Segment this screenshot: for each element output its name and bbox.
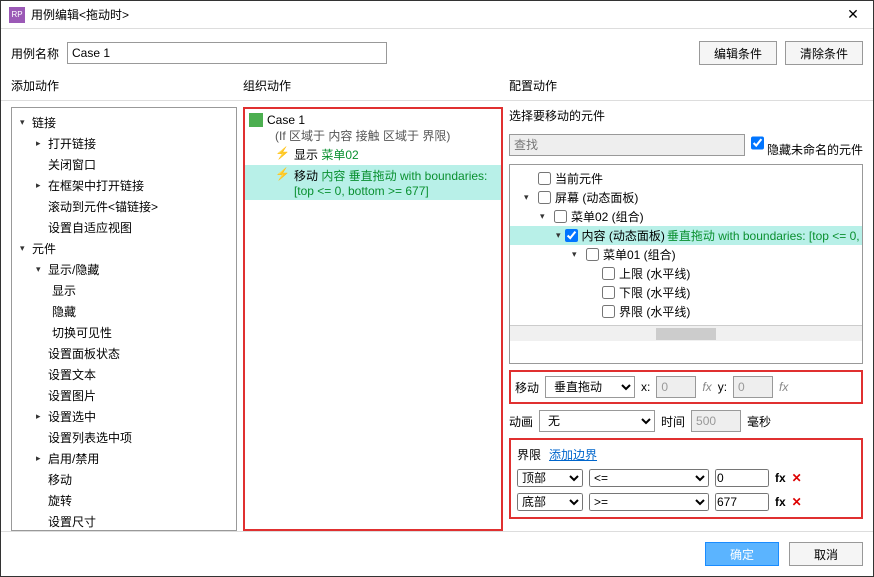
fx-button[interactable]: fx	[775, 471, 786, 485]
boundary-side-select[interactable]: 底部	[517, 493, 583, 511]
app-icon: RP	[9, 7, 25, 23]
elem-content[interactable]: ▾内容 (动态面板) 垂直拖动 with boundaries: [top <=…	[510, 226, 862, 245]
tree-node-show[interactable]: 显示	[12, 280, 236, 301]
col-header-configure: 配置动作	[509, 77, 863, 94]
tree-node-enable-disable[interactable]: ▸启用/禁用	[12, 448, 236, 469]
search-input[interactable]	[509, 134, 745, 156]
move-type-select[interactable]: 垂直拖动	[545, 376, 635, 398]
edit-condition-button[interactable]: 编辑条件	[699, 41, 777, 65]
add-boundary-link[interactable]: 添加边界	[549, 446, 597, 463]
time-input	[691, 410, 741, 432]
case-name-label: 用例名称	[11, 45, 59, 62]
element-tree[interactable]: 当前元件 ▾屏幕 (动态面板) ▾菜单02 (组合) ▾内容 (动态面板) 垂直…	[509, 164, 863, 364]
select-element-label: 选择要移动的元件	[509, 107, 863, 124]
tree-node-open-link[interactable]: ▸打开链接	[12, 133, 236, 154]
delete-boundary-icon[interactable]: ✕	[792, 495, 802, 509]
window-title: 用例编辑<拖动时>	[31, 6, 841, 23]
tree-node-set-image[interactable]: 设置图片	[12, 385, 236, 406]
boundary-op-select[interactable]: <=	[589, 469, 709, 487]
tree-node-showhide[interactable]: ▾显示/隐藏	[12, 259, 236, 280]
bolt-icon: ⚡	[275, 146, 290, 160]
elem-lower[interactable]: 下限 (水平线)	[510, 283, 862, 302]
animation-row: 动画 无 时间 毫秒	[509, 410, 863, 432]
tree-node-close-window[interactable]: 关闭窗口	[12, 154, 236, 175]
tree-node-set-selected[interactable]: ▸设置选中	[12, 406, 236, 427]
tree-node-set-size[interactable]: 设置尺寸	[12, 511, 236, 531]
tree-node-toggle-visibility[interactable]: 切换可见性	[12, 322, 236, 343]
tree-node-scroll-anchor[interactable]: 滚动到元件<锚链接>	[12, 196, 236, 217]
x-input	[656, 376, 696, 398]
col-header-organize: 组织动作	[243, 77, 509, 94]
hide-unnamed-checkbox[interactable]: 隐藏未命名的元件	[751, 132, 863, 158]
boundary-row-top: 顶部 <= fx ✕	[517, 469, 855, 487]
y-input	[733, 376, 773, 398]
elem-screen[interactable]: ▾屏幕 (动态面板)	[510, 188, 862, 207]
case-row[interactable]: Case 1	[245, 113, 501, 127]
case-condition: (If 区域于 内容 接触 区域于 界限)	[245, 127, 501, 144]
time-unit: 毫秒	[747, 413, 771, 430]
delete-boundary-icon[interactable]: ✕	[792, 471, 802, 485]
move-label: 移动	[515, 379, 539, 396]
bolt-icon: ⚡	[275, 167, 290, 181]
boundaries-panel: 界限 添加边界 顶部 <= fx ✕ 底部 >= fx ✕	[509, 438, 863, 519]
col-header-add: 添加动作	[11, 77, 243, 94]
fx-x-icon[interactable]: fx	[702, 380, 711, 394]
tree-node-set-panel[interactable]: 设置面板状态	[12, 343, 236, 364]
tree-node-set-text[interactable]: 设置文本	[12, 364, 236, 385]
horizontal-scrollbar[interactable]	[510, 325, 862, 341]
fx-button[interactable]: fx	[775, 495, 786, 509]
boundary-value-input[interactable]	[715, 469, 769, 487]
tree-node-open-in-frame[interactable]: ▸在框架中打开链接	[12, 175, 236, 196]
tree-node-link[interactable]: ▾链接	[12, 112, 236, 133]
elem-current[interactable]: 当前元件	[510, 169, 862, 188]
action-row-show[interactable]: ⚡ 显示 菜单02	[245, 144, 501, 165]
tree-node-rotate[interactable]: 旋转	[12, 490, 236, 511]
elem-upper[interactable]: 上限 (水平线)	[510, 264, 862, 283]
tree-node-component[interactable]: ▾元件	[12, 238, 236, 259]
tree-node-set-list-selected[interactable]: 设置列表选中项	[12, 427, 236, 448]
case-title: Case 1	[267, 113, 305, 127]
boundary-row-bottom: 底部 >= fx ✕	[517, 493, 855, 511]
elem-menu02[interactable]: ▾菜单02 (组合)	[510, 207, 862, 226]
y-label: y:	[718, 380, 727, 394]
anim-type-select[interactable]: 无	[539, 410, 655, 432]
cancel-button[interactable]: 取消	[789, 542, 863, 566]
action-row-move[interactable]: ⚡ 移动 内容 垂直拖动 with boundaries: [top <= 0,…	[245, 165, 501, 200]
tree-node-hide[interactable]: 隐藏	[12, 301, 236, 322]
boundary-value-input[interactable]	[715, 493, 769, 511]
anim-label: 动画	[509, 413, 533, 430]
action-library-tree[interactable]: ▾链接 ▸打开链接 关闭窗口 ▸在框架中打开链接 滚动到元件<锚链接> 设置自适…	[11, 107, 237, 531]
case-icon	[249, 113, 263, 127]
limit-label: 界限	[517, 446, 541, 463]
fx-y-icon[interactable]: fx	[779, 380, 788, 394]
x-label: x:	[641, 380, 650, 394]
tree-node-adaptive[interactable]: 设置自适应视图	[12, 217, 236, 238]
case-name-input[interactable]	[67, 42, 387, 64]
move-config-row: 移动 垂直拖动 x: fx y: fx	[509, 370, 863, 404]
elem-menu01[interactable]: ▾菜单01 (组合)	[510, 245, 862, 264]
time-label: 时间	[661, 413, 685, 430]
ok-button[interactable]: 确定	[705, 542, 779, 566]
boundary-op-select[interactable]: >=	[589, 493, 709, 511]
tree-node-move[interactable]: 移动	[12, 469, 236, 490]
boundary-side-select[interactable]: 顶部	[517, 469, 583, 487]
elem-limit[interactable]: 界限 (水平线)	[510, 302, 862, 321]
clear-condition-button[interactable]: 清除条件	[785, 41, 863, 65]
organized-actions-panel: Case 1 (If 区域于 内容 接触 区域于 界限) ⚡ 显示 菜单02 ⚡…	[243, 107, 503, 531]
close-icon[interactable]: ✕	[841, 6, 865, 23]
